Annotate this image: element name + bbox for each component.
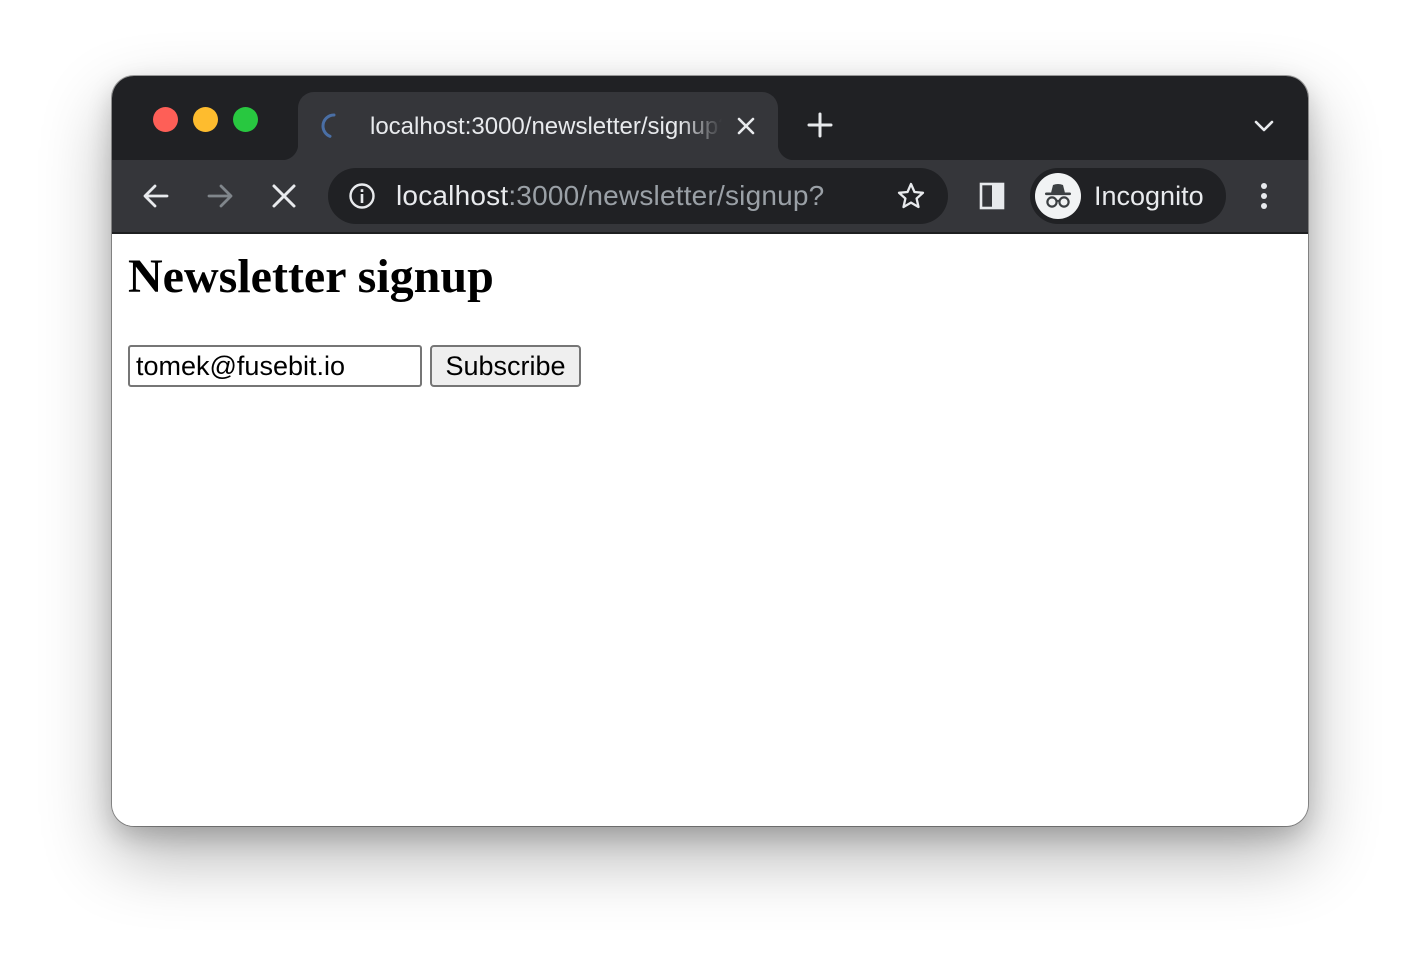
forward-arrow-icon[interactable] [204, 180, 236, 212]
toolbar: localhost:3000/newsletter/signup? Incogn… [112, 160, 1308, 234]
page-title: Newsletter signup [128, 250, 494, 303]
address-url[interactable]: localhost:3000/newsletter/signup? [396, 180, 824, 212]
loading-spinner-icon [321, 113, 336, 138]
browser-window: localhost:3000/newsletter/signup? localh… [112, 76, 1308, 826]
minimize-window-button[interactable] [193, 107, 218, 132]
info-icon[interactable] [348, 182, 376, 210]
new-tab-icon[interactable] [806, 111, 834, 139]
star-icon[interactable] [896, 181, 926, 211]
zoom-window-button[interactable] [233, 107, 258, 132]
subscribe-button[interactable]: Subscribe [430, 345, 581, 387]
back-arrow-icon[interactable] [140, 180, 172, 212]
kebab-menu-icon[interactable] [1248, 180, 1280, 212]
stop-loading-icon[interactable] [268, 180, 300, 212]
address-bar[interactable]: localhost:3000/newsletter/signup? [328, 168, 948, 224]
chevron-down-icon[interactable] [1252, 116, 1276, 136]
email-field[interactable] [128, 345, 422, 387]
tab-close-icon[interactable] [734, 114, 758, 138]
page-content: Newsletter signup Subscribe [112, 234, 1308, 826]
url-host: localhost [396, 180, 509, 211]
profile-incognito-button[interactable]: Incognito [1030, 168, 1226, 224]
side-panel-icon[interactable] [976, 180, 1008, 212]
tab-active[interactable]: localhost:3000/newsletter/signup? [282, 92, 794, 160]
tab-strip: localhost:3000/newsletter/signup? [112, 76, 1308, 160]
profile-label: Incognito [1094, 181, 1204, 211]
incognito-icon [1035, 173, 1081, 219]
url-path: :3000/newsletter/signup? [508, 180, 825, 211]
tab-title: localhost:3000/newsletter/signup? [370, 113, 722, 140]
close-window-button[interactable] [153, 107, 178, 132]
